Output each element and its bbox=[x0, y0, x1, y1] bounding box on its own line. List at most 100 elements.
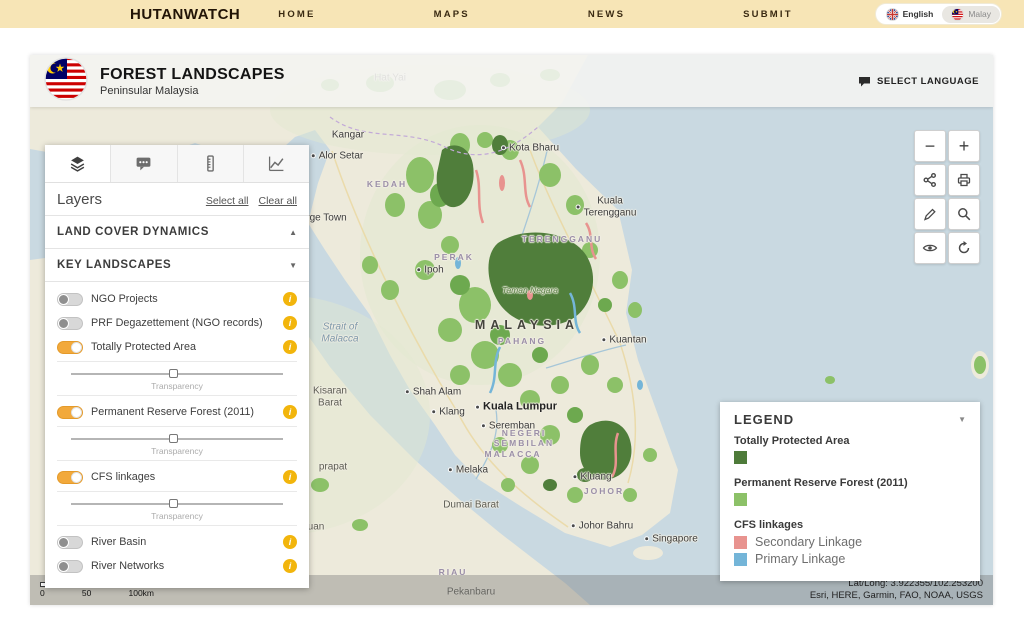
info-icon[interactable]: i bbox=[283, 340, 297, 354]
nav-item-news[interactable]: NEWS bbox=[588, 9, 625, 20]
refresh-button[interactable] bbox=[948, 232, 980, 264]
slider-handle[interactable] bbox=[168, 434, 178, 443]
draw-button[interactable] bbox=[914, 198, 946, 230]
clear-all-link[interactable]: Clear all bbox=[258, 195, 297, 207]
print-icon bbox=[957, 173, 971, 187]
language-english-button[interactable]: English bbox=[876, 5, 943, 23]
layer-toggle[interactable] bbox=[57, 559, 83, 573]
slider-handle[interactable] bbox=[168, 369, 178, 378]
search-icon bbox=[958, 208, 971, 221]
brand-logo[interactable]: HUTANWATCH bbox=[130, 6, 240, 23]
tab-chart[interactable] bbox=[243, 145, 309, 182]
legend-swatch bbox=[734, 493, 747, 506]
zoom-in-button[interactable]: + bbox=[948, 130, 980, 162]
section-land-cover-dynamics[interactable]: LAND COVER DYNAMICS ▲ bbox=[45, 215, 309, 248]
layer-toggle[interactable] bbox=[57, 340, 83, 354]
slider-handle[interactable] bbox=[168, 499, 178, 508]
tab-comments[interactable] bbox=[111, 145, 178, 182]
comments-icon bbox=[136, 157, 151, 171]
language-switch: English Malay bbox=[874, 3, 1002, 25]
layer-label: Totally Protected Area bbox=[91, 341, 197, 353]
layers-icon bbox=[70, 156, 85, 172]
minus-icon: − bbox=[924, 136, 936, 156]
layer-label: NGO Projects bbox=[91, 293, 158, 305]
show-hide-button[interactable] bbox=[914, 232, 946, 264]
select-all-link[interactable]: Select all bbox=[206, 195, 249, 207]
collapse-icon: ▲ bbox=[289, 227, 297, 237]
map-attribution: Lat/Long: 3.922355/102.253200 Esri, HERE… bbox=[810, 578, 983, 603]
info-icon[interactable]: i bbox=[283, 292, 297, 306]
page-title: FOREST LANDSCAPES bbox=[100, 65, 285, 83]
uk-flag-icon bbox=[885, 7, 899, 21]
transparency-slider[interactable]: Transparency bbox=[57, 491, 297, 526]
nav-item-maps[interactable]: MAPS bbox=[434, 9, 470, 20]
nav-items: HOME MAPS NEWS SUBMIT bbox=[278, 9, 793, 20]
pencil-icon bbox=[923, 208, 936, 221]
select-language-button[interactable]: SELECT LANGUAGE bbox=[858, 76, 979, 87]
share-icon bbox=[923, 173, 936, 187]
malaysia-flag-logo-icon bbox=[44, 56, 88, 106]
refresh-icon bbox=[958, 241, 970, 254]
layer-label: Permanent Reserve Forest (2011) bbox=[91, 406, 255, 418]
layer-toggle[interactable] bbox=[57, 316, 83, 330]
legend-title: LEGEND bbox=[734, 412, 795, 427]
legend-swatch bbox=[734, 535, 747, 549]
layer-toggle[interactable] bbox=[57, 405, 83, 419]
share-button[interactable] bbox=[914, 164, 946, 196]
layer-toggle[interactable] bbox=[57, 470, 83, 484]
layer-label: River Basin bbox=[91, 536, 147, 548]
map-header: FOREST LANDSCAPES Peninsular Malaysia SE… bbox=[30, 55, 993, 107]
plus-icon: + bbox=[958, 136, 970, 156]
malaysia-flag-icon bbox=[951, 7, 965, 21]
ruler-icon bbox=[206, 155, 214, 172]
top-navbar: HUTANWATCH HOME MAPS NEWS SUBMIT English bbox=[0, 0, 1024, 28]
panel-tabs bbox=[45, 145, 309, 183]
layers-panel: Layers Select all Clear all LAND COVER D… bbox=[45, 145, 309, 588]
layer-rows: NGO Projects i PRF Degazettement (NGO reco… bbox=[45, 281, 309, 588]
info-icon[interactable]: i bbox=[283, 316, 297, 330]
nav-item-submit[interactable]: SUBMIT bbox=[743, 9, 793, 20]
expand-icon: ▼ bbox=[289, 260, 297, 270]
layer-row: River Networks i bbox=[57, 554, 297, 578]
legend-swatch bbox=[734, 552, 747, 566]
chevron-down-icon: ▼ bbox=[958, 415, 966, 424]
legend-item: Permanent Reserve Forest (2011) bbox=[734, 477, 966, 511]
layer-toggle[interactable] bbox=[57, 292, 83, 306]
nav-item-home[interactable]: HOME bbox=[278, 9, 315, 20]
legend-swatch bbox=[734, 451, 747, 464]
info-icon[interactable]: i bbox=[283, 535, 297, 549]
layer-row: Totally Protected Area i bbox=[57, 335, 297, 359]
map-container: Hat YaiKangarAlor SetarKEDAHKota BharuKu… bbox=[30, 55, 993, 605]
info-icon[interactable]: i bbox=[283, 559, 297, 573]
page-subtitle: Peninsular Malaysia bbox=[100, 84, 199, 97]
transparency-slider[interactable]: Transparency bbox=[57, 426, 297, 461]
legend-header[interactable]: LEGEND ▼ bbox=[734, 412, 966, 427]
tab-measure[interactable] bbox=[177, 145, 244, 182]
layer-label: River Networks bbox=[91, 560, 165, 572]
attribution-text: Esri, HERE, Garmin, FAO, NOAA, USGS bbox=[809, 590, 983, 601]
info-icon[interactable]: i bbox=[283, 470, 297, 484]
speech-bubble-icon bbox=[859, 76, 871, 86]
layer-row: River Basin i bbox=[57, 530, 297, 554]
line-chart-icon bbox=[268, 156, 284, 172]
tab-layers[interactable] bbox=[45, 145, 112, 182]
language-malay-button[interactable]: Malay bbox=[942, 5, 1000, 23]
legend-item: Totally Protected Area bbox=[734, 435, 966, 469]
panel-head: Layers Select all Clear all bbox=[45, 183, 309, 215]
layer-toggle[interactable] bbox=[57, 535, 83, 549]
legend-item: CFS linkages Secondary Linkage Primary Lin… bbox=[734, 519, 863, 566]
panel-title: Layers bbox=[57, 191, 103, 208]
legend-items: Totally Protected Area Permanent Reserve … bbox=[734, 435, 966, 566]
transparency-slider[interactable]: Transparency bbox=[57, 361, 297, 396]
section-key-landscapes[interactable]: KEY LANDSCAPES ▼ bbox=[45, 248, 309, 281]
layer-row: PRF Degazettement (NGO records) i bbox=[57, 311, 297, 335]
zoom-out-button[interactable]: − bbox=[914, 130, 946, 162]
info-icon[interactable]: i bbox=[283, 405, 297, 419]
print-button[interactable] bbox=[948, 164, 980, 196]
page: HUTANWATCH HOME MAPS NEWS SUBMIT English bbox=[0, 0, 1024, 634]
map-titles: FOREST LANDSCAPES Peninsular Malaysia bbox=[100, 66, 285, 97]
map-controls: − + bbox=[914, 130, 980, 264]
eye-icon bbox=[922, 244, 938, 252]
search-button[interactable] bbox=[948, 198, 980, 230]
layer-label: CFS linkages bbox=[91, 471, 156, 483]
